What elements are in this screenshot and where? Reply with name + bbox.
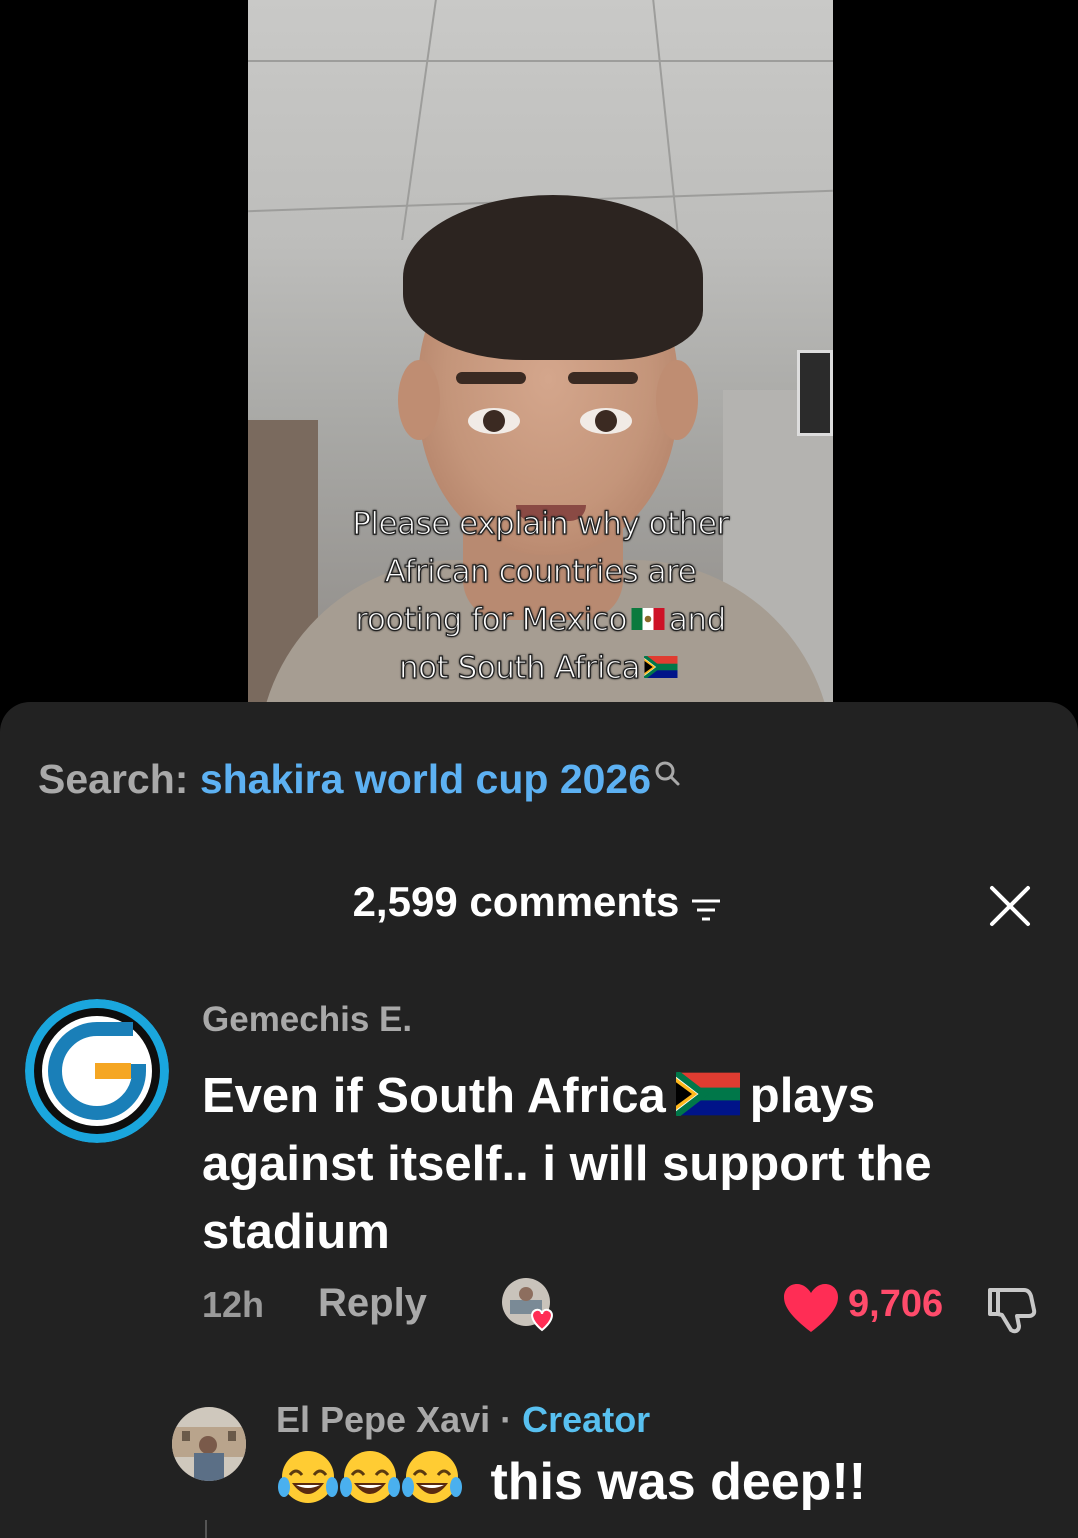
caption-line: not South Africa	[248, 644, 833, 692]
face-with-tears-of-joy-icon	[340, 1451, 400, 1504]
thread-line	[205, 1520, 207, 1538]
comment-text: Even if South Africa plays against itself…	[202, 1062, 1052, 1266]
person-ear	[398, 360, 440, 440]
creator-badge: Creator	[522, 1399, 651, 1440]
ceiling-tile-line	[248, 60, 833, 62]
caption-text: not South Africa	[398, 649, 641, 686]
background-monitor	[797, 350, 833, 436]
g-logo-avatar[interactable]	[25, 999, 169, 1143]
reply-text-body: this was deep!!	[490, 1453, 867, 1511]
caption-text: and	[668, 601, 727, 638]
like-count: 9,706	[848, 1283, 944, 1325]
person-eye	[580, 408, 632, 434]
person-ear	[656, 360, 698, 440]
close-icon[interactable]	[988, 884, 1032, 928]
person-eye	[468, 408, 520, 434]
person-hair	[403, 195, 703, 360]
comment-author[interactable]: Gemechis E.	[202, 1000, 412, 1040]
search-suggestion[interactable]: Search: shakira world cup 2026	[38, 756, 681, 803]
filter-icon[interactable]	[689, 895, 723, 925]
comment-timestamp: 12h	[202, 1284, 265, 1325]
heart-icon[interactable]	[782, 1282, 840, 1334]
comment-text-part: Even if South Africa	[202, 1069, 666, 1123]
face-with-tears-of-joy-icon	[278, 1451, 338, 1504]
search-prefix: Search:	[38, 756, 189, 802]
video-caption: Please explain why other African countri…	[248, 500, 833, 692]
search-term-link[interactable]: shakira world cup 2026	[200, 756, 651, 802]
separator-dot: ·	[500, 1399, 513, 1440]
comments-header: 2,599 comments	[0, 878, 1078, 927]
caption-line: rooting for Mexico and	[248, 596, 833, 644]
dislike-icon[interactable]	[984, 1282, 1038, 1336]
reply-author-row: El Pepe Xavi · Creator	[276, 1399, 650, 1441]
search-icon[interactable]	[653, 760, 681, 788]
south-africa-flag-icon	[675, 1072, 740, 1117]
mexico-flag-icon	[631, 607, 665, 630]
reply-button[interactable]: Reply	[318, 1281, 427, 1326]
reply-avatar[interactable]	[172, 1407, 246, 1481]
creator-liked-icon	[502, 1278, 553, 1332]
avatar-image	[172, 1407, 246, 1481]
face-with-tears-of-joy-icon	[402, 1451, 462, 1504]
caption-line: Please explain why other	[352, 505, 730, 542]
reply-text: this was deep!!	[276, 1451, 867, 1517]
person-eyebrow	[456, 372, 526, 384]
comments-count: 2,599 comments	[352, 878, 680, 925]
reply-author[interactable]: El Pepe Xavi	[276, 1399, 490, 1440]
caption-line: African countries are	[384, 553, 697, 590]
caption-text: rooting for Mexico	[355, 601, 628, 638]
south-africa-flag-icon	[643, 655, 678, 678]
video-player[interactable]: Please explain why other African countri…	[248, 0, 833, 702]
person-eyebrow	[568, 372, 638, 384]
